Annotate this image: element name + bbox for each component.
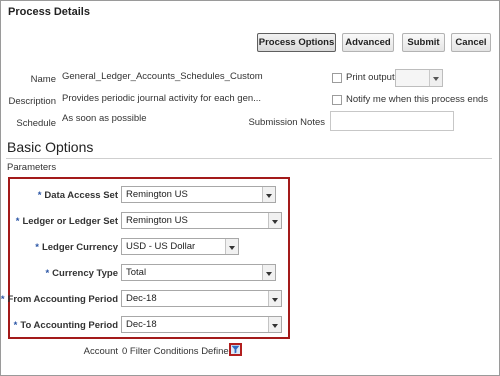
dropdown-arrow-icon	[262, 187, 275, 202]
name-label: Name	[30, 74, 56, 85]
basic-options-heading: Basic Options	[7, 139, 94, 155]
description-value: Provides periodic journal activity for e…	[62, 93, 262, 104]
print-output-label: Print output	[346, 72, 395, 83]
parameters-subheading: Parameters	[7, 162, 57, 173]
to-accounting-period-select[interactable]: Dec-18	[121, 316, 282, 333]
param-label: * Ledger Currency	[35, 242, 118, 253]
account-label: Account	[83, 346, 118, 357]
filter-icon[interactable]	[229, 343, 242, 356]
section-divider	[6, 158, 492, 159]
notify-checkbox[interactable]	[332, 95, 342, 105]
schedule-value: As soon as possible	[62, 113, 147, 124]
param-label: * Ledger or Ledger Set	[15, 216, 118, 227]
dropdown-arrow-icon	[268, 291, 281, 306]
dropdown-arrow-icon	[268, 317, 281, 332]
advanced-button[interactable]: Advanced	[342, 33, 394, 52]
description-label: Description	[8, 96, 56, 107]
notify-label: Notify me when this process ends	[346, 94, 489, 105]
submit-button[interactable]: Submit	[402, 33, 445, 52]
dropdown-arrow-icon	[262, 265, 275, 280]
print-output-select[interactable]	[395, 69, 443, 87]
dropdown-arrow-icon	[429, 70, 442, 86]
dropdown-arrow-icon	[268, 213, 281, 228]
process-options-button[interactable]: Process Options	[257, 33, 336, 52]
page-title: Process Details	[8, 6, 90, 18]
cancel-button[interactable]: Cancel	[451, 33, 491, 52]
param-label: * Data Access Set	[37, 190, 118, 201]
ledger-or-ledger-set-select[interactable]: Remington US	[121, 212, 282, 229]
from-accounting-period-select[interactable]: Dec-18	[121, 290, 282, 307]
submission-notes-label: Submission Notes	[248, 117, 325, 128]
print-output-checkbox[interactable]	[332, 73, 342, 83]
account-value: 0 Filter Conditions Defined	[122, 346, 234, 357]
submission-notes-field[interactable]	[330, 111, 454, 131]
dropdown-arrow-icon	[225, 239, 238, 254]
param-label: * From Accounting Period	[0, 294, 118, 305]
param-label: * Currency Type	[45, 268, 118, 279]
param-label: * To Accounting Period	[13, 320, 118, 331]
currency-type-select[interactable]: Total	[121, 264, 276, 281]
schedule-label: Schedule	[16, 118, 56, 129]
ledger-currency-select[interactable]: USD - US Dollar	[121, 238, 239, 255]
data-access-set-select[interactable]: Remington US	[121, 186, 276, 203]
name-value: General_Ledger_Accounts_Schedules_Custom	[62, 71, 263, 82]
